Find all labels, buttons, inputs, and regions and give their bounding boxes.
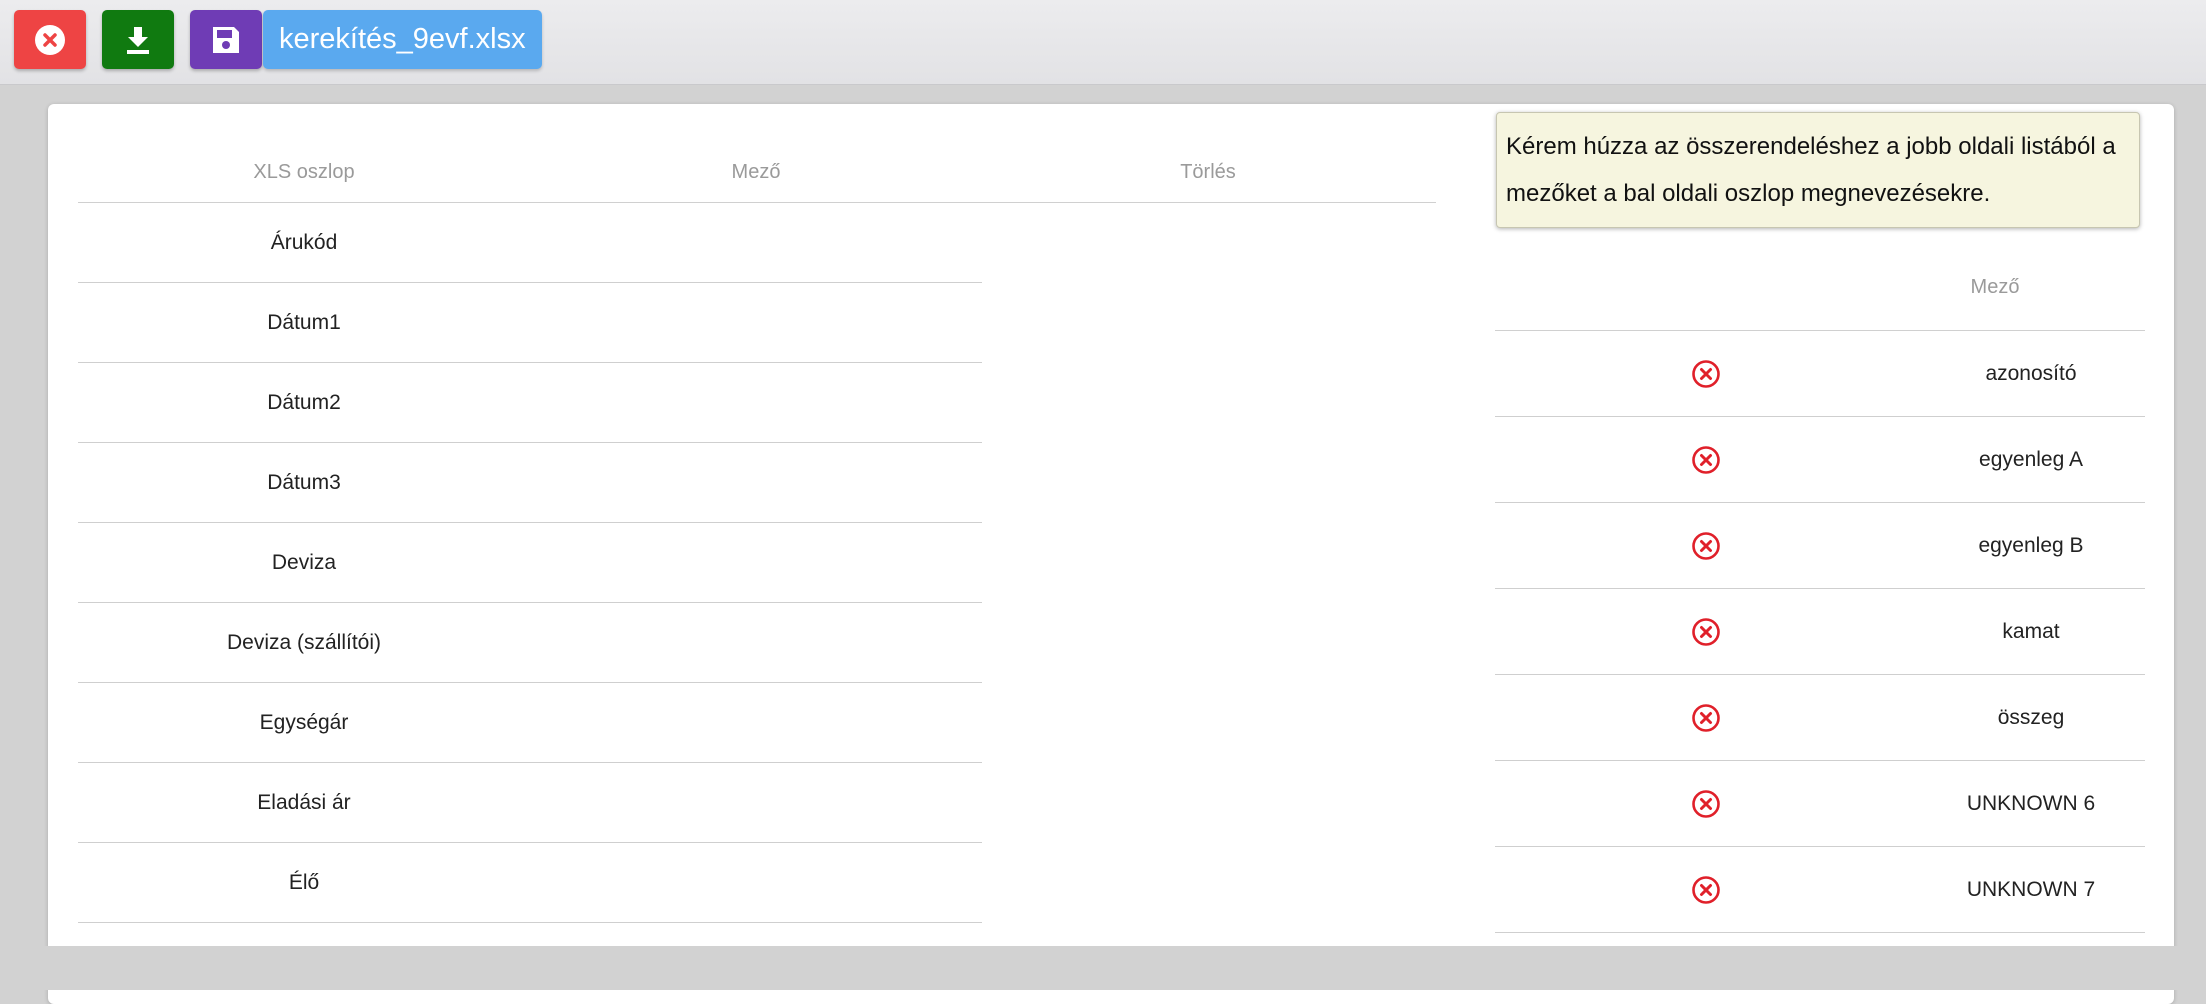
xls-column-name: Dátum2 xyxy=(267,390,341,414)
remove-icon[interactable] xyxy=(1691,531,1721,561)
table-row[interactable]: Élő xyxy=(78,843,982,923)
download-icon xyxy=(127,26,149,54)
table-row[interactable]: Deviza xyxy=(78,523,982,603)
list-item[interactable]: egyenleg A xyxy=(1495,417,2145,503)
xls-column-name: Élő xyxy=(288,870,320,894)
instruction-tooltip: Kérem húzza az összerendeléshez a jobb o… xyxy=(1496,112,2140,228)
table-row[interactable]: Dátum3 xyxy=(78,443,982,523)
remove-icon[interactable] xyxy=(1691,359,1721,389)
field-name[interactable]: egyenleg B xyxy=(1917,534,2145,558)
fields-table: Mező azonosító egyenleg A egyenleg B kam… xyxy=(1495,254,2145,933)
remove-icon[interactable] xyxy=(1691,789,1721,819)
remove-icon[interactable] xyxy=(1691,445,1721,475)
toolbar: kerekítés_9evf.xlsx xyxy=(0,0,2206,85)
list-item[interactable]: összeg xyxy=(1495,675,2145,761)
table-row[interactable]: Dátum2 xyxy=(78,363,982,443)
header-field: Mező xyxy=(731,161,781,183)
fields-header: Mező xyxy=(1495,254,2145,331)
field-name[interactable]: azonosító xyxy=(1917,362,2145,386)
table-header: XLS oszlop Mező Törlés xyxy=(78,134,1436,203)
remove-icon[interactable] xyxy=(1691,875,1721,905)
xls-column-name: Deviza xyxy=(271,550,337,574)
list-item[interactable]: egyenleg B xyxy=(1495,503,2145,589)
table-row[interactable]: Deviza (szállítói) xyxy=(78,603,982,683)
xls-column-name: Eladási ár xyxy=(257,790,351,814)
page-footer-background xyxy=(0,946,2206,990)
field-name[interactable]: egyenleg A xyxy=(1917,448,2145,472)
xls-column-name: Árukód xyxy=(270,230,338,254)
table-row[interactable]: Dátum1 xyxy=(78,283,982,363)
filename-button[interactable]: kerekítés_9evf.xlsx xyxy=(263,10,542,69)
xls-columns-table: XLS oszlop Mező Törlés Árukód Dátum1 Dát… xyxy=(78,134,1436,923)
header-field: Mező xyxy=(1970,276,2020,298)
list-item[interactable]: UNKNOWN 7 xyxy=(1495,847,2145,933)
download-button[interactable] xyxy=(102,10,174,69)
xls-column-name: Dátum1 xyxy=(267,310,341,334)
header-xls-column: XLS oszlop xyxy=(253,161,355,183)
xls-column-name: Egységár xyxy=(259,710,349,734)
xls-column-name: Deviza (szállítói) xyxy=(226,630,382,654)
remove-icon[interactable] xyxy=(1691,617,1721,647)
table-row[interactable]: Árukód xyxy=(78,203,982,283)
table-row[interactable]: Egységár xyxy=(78,683,982,763)
remove-icon[interactable] xyxy=(1691,703,1721,733)
mapping-panel: XLS oszlop Mező Törlés Árukód Dátum1 Dát… xyxy=(48,104,2174,1004)
field-name[interactable]: kamat xyxy=(1917,620,2145,644)
save-button[interactable] xyxy=(190,10,262,69)
floppy-disk-icon xyxy=(213,26,239,53)
header-delete: Törlés xyxy=(1180,161,1236,183)
close-button[interactable] xyxy=(14,10,86,69)
list-item[interactable]: kamat xyxy=(1495,589,2145,675)
field-name[interactable]: UNKNOWN 7 xyxy=(1917,878,2145,902)
close-icon xyxy=(35,24,65,55)
field-name[interactable]: UNKNOWN 6 xyxy=(1917,792,2145,816)
list-item[interactable]: azonosító xyxy=(1495,331,2145,417)
table-row[interactable]: Eladási ár xyxy=(78,763,982,843)
xls-column-name: Dátum3 xyxy=(267,470,341,494)
field-name[interactable]: összeg xyxy=(1917,706,2145,730)
list-item[interactable]: UNKNOWN 6 xyxy=(1495,761,2145,847)
